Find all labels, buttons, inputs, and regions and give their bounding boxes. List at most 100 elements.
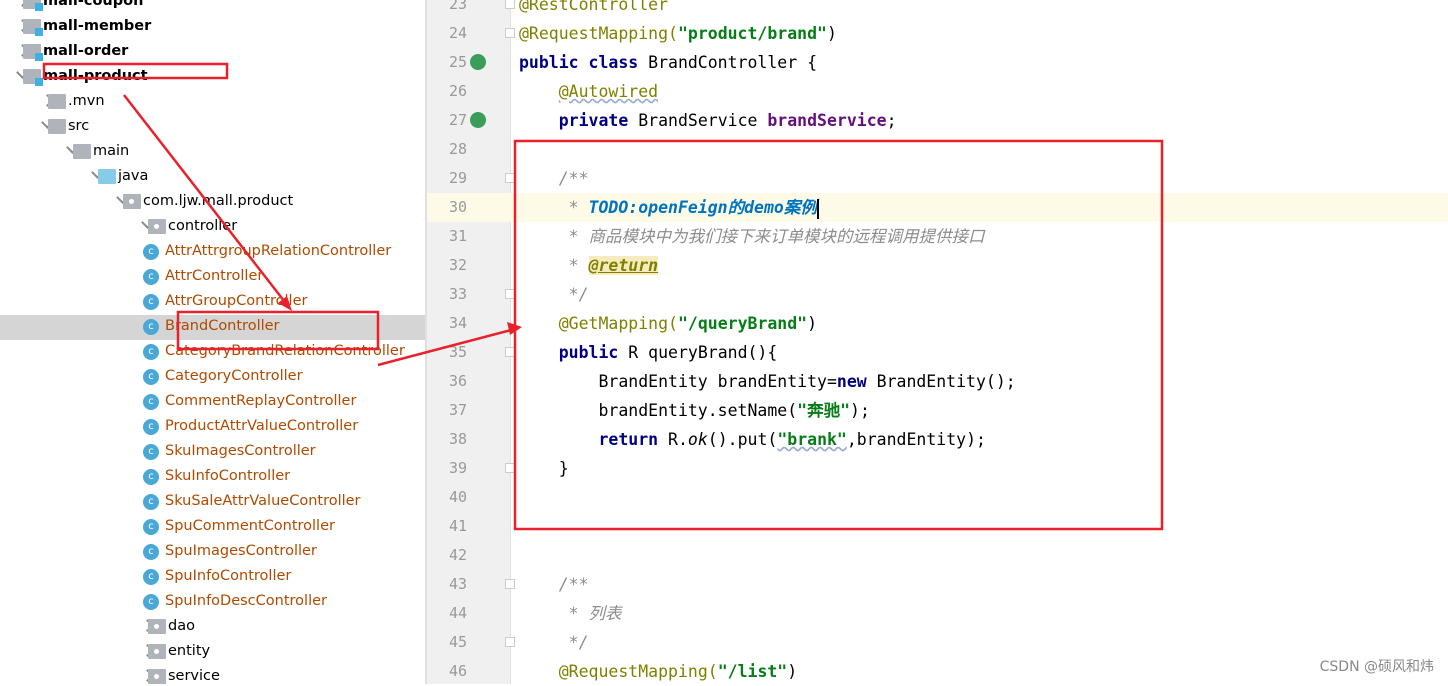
line-number: 27: [448, 111, 467, 129]
class-icon: c: [143, 594, 159, 610]
tree-item-label: SpuInfoDescController: [165, 593, 327, 609]
line-number: 41: [448, 517, 467, 535]
code-line[interactable]: * 列表: [519, 599, 622, 628]
line-number: 26: [448, 82, 467, 100]
fold-marker-icon[interactable]: [505, 463, 515, 473]
code-line[interactable]: @GetMapping("/queryBrand"): [519, 309, 817, 338]
tree-item[interactable]: .mvn: [0, 90, 425, 115]
code-line[interactable]: @RequestMapping("/list"): [519, 657, 797, 686]
code-line[interactable]: BrandEntity brandEntity=new BrandEntity(…: [519, 367, 1015, 396]
code-line[interactable]: @RequestMapping("product/brand"): [519, 19, 837, 48]
code-token: /**: [519, 575, 589, 594]
code-line[interactable]: /**: [519, 570, 589, 599]
code-token: @return: [588, 256, 659, 275]
code-line[interactable]: private BrandService brandService;: [519, 106, 897, 135]
tree-item[interactable]: c AttrAttrgroupRelationController: [0, 240, 425, 265]
tree-item[interactable]: mall-member: [0, 15, 425, 40]
code-token: private: [558, 111, 639, 130]
fold-marker-icon[interactable]: [505, 28, 515, 38]
code-token: * 列表: [519, 604, 622, 623]
code-token: }: [519, 459, 569, 478]
code-token: BrandController {: [648, 53, 818, 72]
tree-item[interactable]: c SkuSaleAttrValueController: [0, 490, 425, 515]
class-icon: c: [143, 419, 159, 435]
code-token: @Autowired: [558, 82, 659, 101]
code-token: "brank": [777, 430, 847, 449]
tree-item[interactable]: c CategoryController: [0, 365, 425, 390]
tree-item[interactable]: c SpuImagesController: [0, 540, 425, 565]
code-line[interactable]: public R queryBrand(){: [519, 338, 778, 367]
line-number: 29: [448, 169, 467, 187]
code-line[interactable]: * TODO:openFeign的demo案例: [519, 193, 819, 222]
tree-item-label: src: [68, 118, 90, 134]
tree-item[interactable]: src: [0, 115, 425, 140]
tree-item[interactable]: com.ljw.mall.product: [0, 190, 425, 215]
code-line[interactable]: @RestController: [519, 0, 668, 19]
code-line[interactable]: /**: [519, 164, 589, 193]
code-line[interactable]: brandEntity.setName("奔驰");: [519, 396, 869, 425]
folder-icon: [48, 119, 66, 134]
code-line[interactable]: */: [519, 280, 589, 309]
fold-marker-icon[interactable]: [505, 579, 515, 589]
line-number: 40: [448, 488, 467, 506]
tree-item[interactable]: main: [0, 140, 425, 165]
tree-item[interactable]: c SkuImagesController: [0, 440, 425, 465]
tree-item-label: AttrController: [165, 268, 264, 284]
code-token: ): [826, 24, 837, 43]
tree-item[interactable]: c SkuInfoController: [0, 465, 425, 490]
module-icon: [23, 19, 43, 36]
tree-item[interactable]: mall-product: [0, 65, 425, 90]
class-icon: c: [143, 319, 159, 335]
fold-marker-icon[interactable]: [505, 0, 515, 9]
fold-marker-icon[interactable]: [505, 289, 515, 299]
class-icon: c: [143, 244, 159, 260]
fold-marker-icon[interactable]: [505, 637, 515, 647]
tree-item[interactable]: mall-order: [0, 40, 425, 65]
tree-item-label: CommentReplayController: [165, 393, 357, 409]
code-line[interactable]: * @return: [519, 251, 659, 280]
fold-marker-icon[interactable]: [505, 347, 515, 357]
tree-item[interactable]: mall-coupon: [0, 0, 425, 15]
class-icon: c: [143, 269, 159, 285]
tree-item[interactable]: service: [0, 665, 425, 684]
line-number: 37: [448, 401, 467, 419]
tree-item[interactable]: c SpuInfoController: [0, 565, 425, 590]
spring-bean-icon[interactable]: [470, 54, 486, 70]
tree-item[interactable]: c CommentReplayController: [0, 390, 425, 415]
tree-item[interactable]: c AttrGroupController: [0, 290, 425, 315]
code-line[interactable]: return R.ok().put("brank",brandEntity);: [519, 425, 985, 454]
folder-icon: [98, 169, 116, 184]
code-line[interactable]: @Autowired: [519, 77, 658, 106]
code-line[interactable]: */: [519, 628, 589, 657]
tree-item[interactable]: dao: [0, 615, 425, 640]
tree-item[interactable]: entity: [0, 640, 425, 665]
code-line[interactable]: public class BrandController {: [519, 48, 817, 77]
code-line[interactable]: }: [519, 454, 569, 483]
tree-item[interactable]: c BrandController: [0, 315, 425, 340]
tree-item[interactable]: c AttrController: [0, 265, 425, 290]
autowire-navigate-icon[interactable]: [470, 112, 486, 128]
tree-item[interactable]: java: [0, 165, 425, 190]
tree-item-label: main: [93, 143, 130, 159]
tree-item[interactable]: c CategoryBrandRelationController: [0, 340, 425, 365]
tree-item-label: SkuImagesController: [165, 443, 316, 459]
code-token: R.: [668, 430, 688, 449]
code-token: ().put(: [707, 430, 778, 449]
code-token: @RequestMapping(: [558, 662, 718, 681]
package-icon: [148, 669, 166, 684]
code-token: "奔驰": [797, 401, 851, 420]
tree-item[interactable]: c SpuCommentController: [0, 515, 425, 540]
class-icon: c: [143, 344, 159, 360]
tree-item[interactable]: c SpuInfoDescController: [0, 590, 425, 615]
fold-marker-icon[interactable]: [505, 173, 515, 183]
tree-item[interactable]: c ProductAttrValueController: [0, 415, 425, 440]
tree-item-label: controller: [168, 218, 238, 234]
watermark: CSDN @硕风和炜: [1319, 659, 1434, 675]
tree-item-label: mall-order: [43, 43, 129, 59]
code-line[interactable]: * 商品模块中为我们接下来订单模块的远程调用提供接口: [519, 222, 985, 251]
package-icon: [148, 644, 166, 659]
tree-item[interactable]: controller: [0, 215, 425, 240]
